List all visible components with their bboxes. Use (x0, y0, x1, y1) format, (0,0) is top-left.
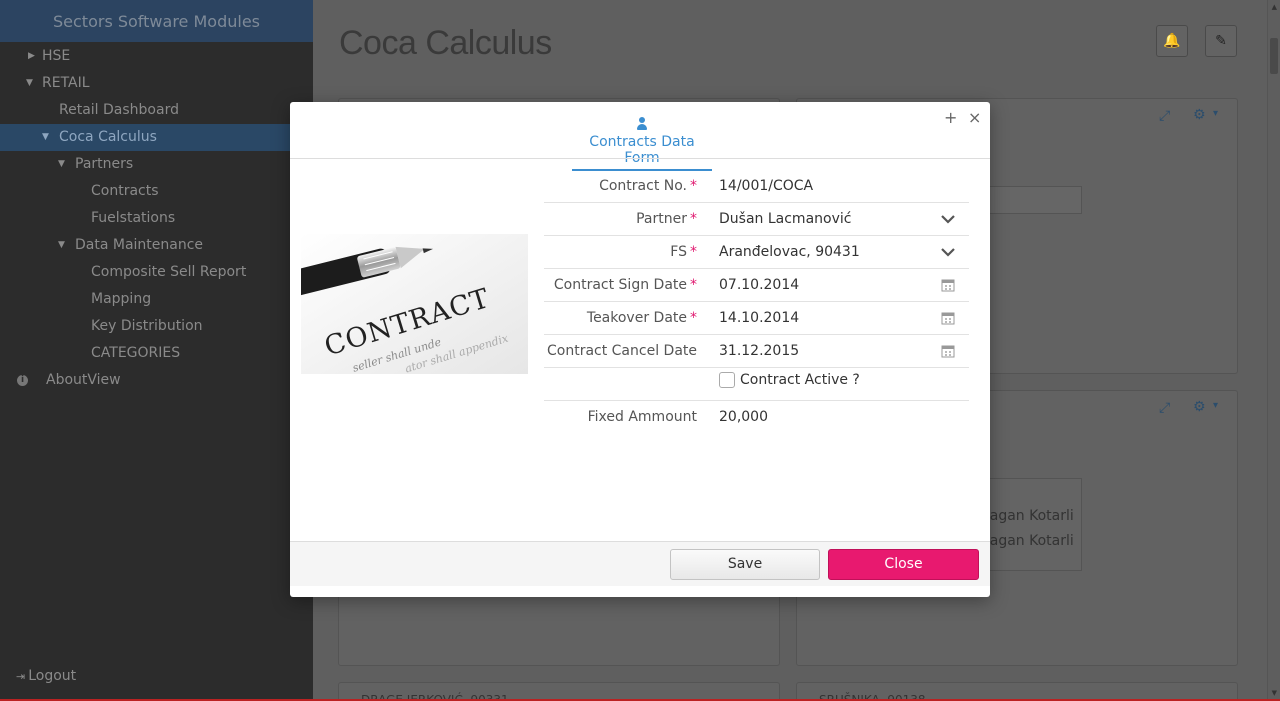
sidebar-item-retail-dashboard[interactable]: Retail Dashboard (0, 97, 313, 124)
logout-link[interactable]: ⇥ Logout (16, 668, 76, 684)
form-row-contract-active: Contract Active ? (544, 368, 969, 401)
required-marker: * (690, 178, 697, 194)
sidebar-item-key-distribution[interactable]: Key Distribution (0, 313, 313, 340)
contract-no-label: Contract No. (599, 178, 687, 194)
contract-cancel-date-label: Contract Cancel Date (546, 343, 697, 359)
close-icon[interactable]: × (968, 108, 981, 127)
sidebar-item-partners[interactable]: ▼ Partners (0, 151, 313, 178)
form-row-fixed-amount: Fixed Ammount 20,000 (544, 401, 969, 434)
teakover-date-label: Teakover Date (586, 310, 687, 326)
chevron-down-icon[interactable] (941, 214, 955, 224)
sidebar-item-fuelstations[interactable]: Fuelstations (0, 205, 313, 232)
caret-right-icon: ▶ (28, 51, 35, 61)
modal-footer: Save Close (290, 541, 990, 586)
sidebar-item-mapping[interactable]: Mapping (0, 286, 313, 313)
gear-icon[interactable]: ⚙ (1193, 107, 1206, 123)
fixed-amount-label: Fixed Ammount (587, 409, 697, 425)
panel-list: ragan Kotarli ragan Kotarli (977, 478, 1082, 571)
teakover-date-field[interactable]: 14.10.2014 (719, 310, 799, 326)
edit-icon: ✎ (1215, 33, 1227, 49)
required-marker: * (690, 277, 697, 293)
sidebar-item-aboutview[interactable]: i AboutView (0, 367, 313, 394)
caret-down-icon: ▼ (26, 78, 33, 88)
sign-out-icon: ⇥ (16, 670, 26, 683)
page-scrollbar[interactable]: ▲ ▼ (1267, 0, 1280, 701)
caret-down-icon: ▼ (58, 159, 65, 169)
form-row-contract-no: Contract No. * 14/001/COCA (544, 170, 969, 203)
sidebar-title: Sectors Software Modules (0, 0, 313, 42)
sidebar-item-retail[interactable]: ▼ RETAIL (0, 70, 313, 97)
calendar-icon[interactable] (941, 278, 955, 292)
gear-icon[interactable]: ⚙ (1193, 399, 1206, 415)
form-row-contract-cancel-date: Contract Cancel Date 31.12.2015 (544, 335, 969, 368)
bell-icon: 🔔 (1163, 33, 1181, 49)
sidebar-item-hse[interactable]: ▶ HSE (0, 43, 313, 70)
save-button[interactable]: Save (670, 549, 820, 580)
edit-button[interactable]: ✎ (1205, 25, 1237, 57)
scroll-thumb[interactable] (1270, 38, 1278, 74)
required-marker: * (690, 211, 697, 227)
contract-cancel-date-field[interactable]: 31.12.2015 (719, 343, 799, 359)
contract-image: CONTRACT seller shall unde ator shall ap… (301, 234, 528, 374)
tab-divider (290, 158, 990, 159)
form-row-partner: Partner * Dušan Lacmanović (544, 203, 969, 236)
list-item: ragan Kotarli (984, 508, 1074, 524)
expand-icon[interactable]: ⤢ (1159, 400, 1170, 416)
fixed-amount-field[interactable]: 20,000 (719, 409, 768, 425)
partner-label: Partner (636, 211, 687, 227)
contracts-modal: + × Contracts Data Form CONTRACT seller … (290, 102, 990, 597)
caret-down-icon: ▼ (58, 240, 65, 250)
tab-contracts-data-form[interactable]: Contracts Data Form (572, 117, 712, 171)
sidebar-menu: ▶ HSE ▼ RETAIL Retail Dashboard ▼ Coca C… (0, 43, 313, 394)
contract-sign-date-field[interactable]: 07.10.2014 (719, 277, 799, 293)
required-marker: * (690, 244, 697, 260)
partner-select[interactable]: Dušan Lacmanović (719, 211, 851, 227)
sidebar-item-contracts[interactable]: Contracts (0, 178, 313, 205)
contract-sign-date-label: Contract Sign Date (553, 277, 687, 293)
chevron-down-icon[interactable]: ▾ (1213, 400, 1218, 411)
form-row-contract-sign-date: Contract Sign Date * 07.10.2014 (544, 269, 969, 302)
sidebar: Sectors Software Modules ▶ HSE ▼ RETAIL … (0, 0, 313, 701)
page-title: Coca Calculus (339, 24, 552, 62)
sidebar-item-categories[interactable]: CATEGORIES (0, 340, 313, 367)
calendar-icon[interactable] (941, 344, 955, 358)
panel-input[interactable] (977, 186, 1082, 214)
sidebar-item-data-maintenance[interactable]: ▼ Data Maintenance (0, 232, 313, 259)
list-item: ragan Kotarli (984, 533, 1074, 549)
contract-active-label[interactable]: Contract Active ? (740, 372, 860, 388)
scroll-up-icon[interactable]: ▲ (1272, 3, 1277, 11)
caret-down-icon: ▼ (42, 132, 49, 142)
info-icon: i (17, 375, 28, 386)
form-row-fs: FS * Aranđelovac, 90431 (544, 236, 969, 269)
contract-active-checkbox[interactable] (719, 372, 735, 388)
sidebar-item-coca-calculus[interactable]: ▼ Coca Calculus (0, 124, 313, 151)
scroll-down-icon[interactable]: ▼ (1272, 689, 1277, 697)
form-row-teakover-date: Teakover Date * 14.10.2014 (544, 302, 969, 335)
user-icon (637, 117, 647, 130)
fs-label: FS (670, 244, 687, 260)
add-icon[interactable]: + (944, 108, 957, 127)
notifications-button[interactable]: 🔔 (1156, 25, 1188, 57)
sidebar-item-composite-sell-report[interactable]: Composite Sell Report (0, 259, 313, 286)
contract-no-field[interactable]: 14/001/COCA (719, 178, 813, 194)
required-marker: * (690, 310, 697, 326)
chevron-down-icon[interactable] (941, 247, 955, 257)
calendar-icon[interactable] (941, 311, 955, 325)
chevron-down-icon[interactable]: ▾ (1213, 108, 1218, 119)
close-button[interactable]: Close (828, 549, 979, 580)
fs-select[interactable]: Aranđelovac, 90431 (719, 244, 860, 260)
expand-icon[interactable]: ⤢ (1159, 108, 1170, 124)
